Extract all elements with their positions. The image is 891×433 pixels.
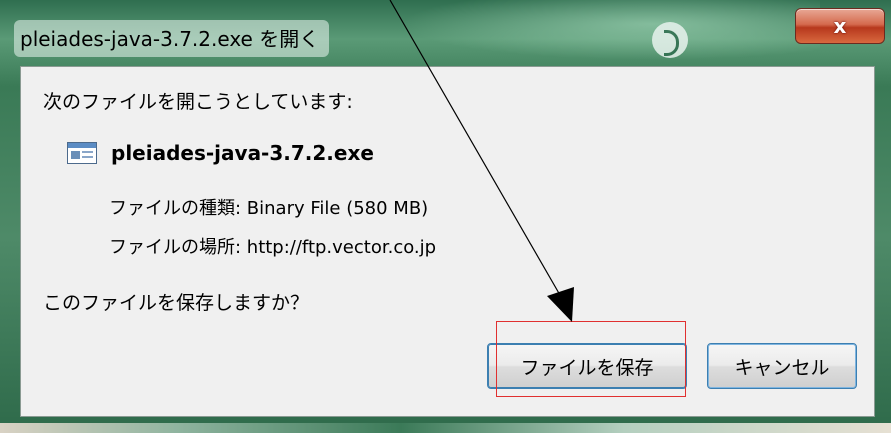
save-file-button[interactable]: ファイルを保存 (487, 343, 687, 389)
file-name: pleiades-java-3.7.2.exe (111, 141, 374, 165)
dialog-body: 次のファイルを開こうとしています: pleiades-java-3.7.2.ex… (20, 66, 875, 417)
close-icon: x (833, 14, 847, 38)
save-question-text: このファイルを保存しますか？ (43, 292, 310, 314)
file-location-row: ファイルの場所: http://ftp.vector.co.jp (109, 237, 437, 258)
open-prompt-text: 次のファイルを開こうとしています: (43, 91, 353, 113)
close-button[interactable]: x (795, 8, 885, 44)
file-type-row: ファイルの種類: Binary File (580 MB) (109, 198, 429, 219)
title-bar: pleiades-java-3.7.2.exe を開く x (0, 0, 891, 66)
window-title: pleiades-java-3.7.2.exe を開く (14, 20, 330, 57)
executable-file-icon (67, 142, 97, 164)
background-logo-icon (652, 22, 688, 58)
cancel-button[interactable]: キャンセル (707, 343, 857, 389)
